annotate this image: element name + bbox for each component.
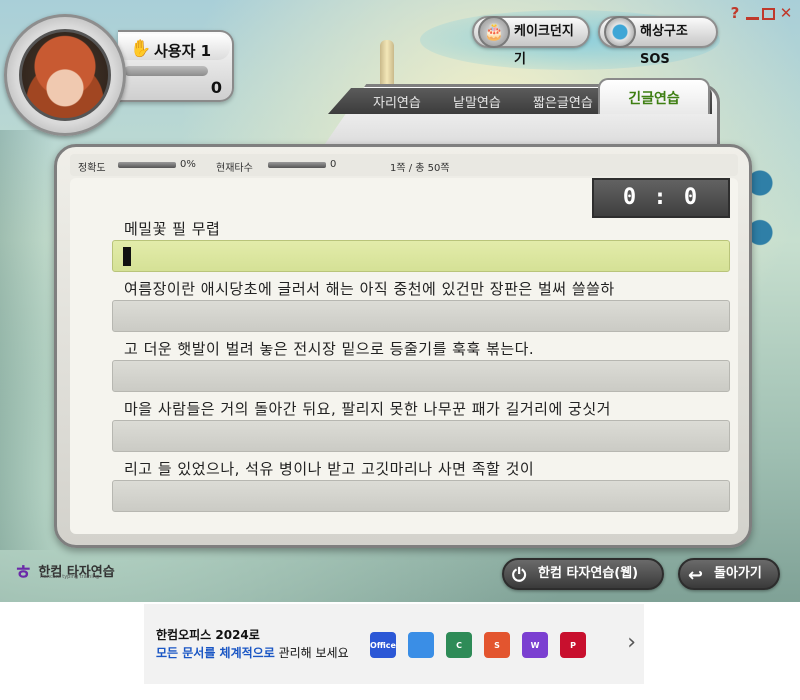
typing-input-2[interactable]: [112, 300, 730, 332]
tab-long-text-practice[interactable]: 긴글연습: [598, 78, 710, 114]
calc-icon: C: [446, 632, 472, 658]
sos-game-button[interactable]: 해상구조SOS: [598, 16, 718, 67]
cloud-icon: [408, 632, 434, 658]
sos-game-label: 해상구조SOS: [640, 24, 688, 67]
score-bar: [124, 66, 208, 76]
power-icon: ⏻: [512, 565, 527, 586]
lifebuoy-icon: [604, 16, 636, 48]
speed-bar: [268, 162, 326, 168]
source-line-5: 리고 들 있었으나, 석유 병이나 받고 고깃마리나 사면 족할 것이: [124, 460, 535, 478]
page-info: 1쪽 / 총 50쪽: [390, 163, 450, 174]
close-button[interactable]: ✕: [778, 6, 794, 22]
tab-seat-practice[interactable]: 자리연습: [373, 92, 421, 111]
avatar-frame[interactable]: [4, 14, 126, 136]
hand-icon: ✋: [130, 39, 152, 59]
accuracy-value: 0%: [180, 159, 196, 170]
accuracy-label: 정확도: [78, 163, 106, 174]
ad-subline-rest: 관리해 보세요: [274, 646, 349, 660]
back-label: 돌아가기: [714, 566, 762, 581]
web-typing-button[interactable]: ⏻ 한컴 타자연습(웹): [502, 558, 664, 590]
ad-highlight: 모든 문서를 체계적으로: [156, 646, 275, 660]
show-icon: S: [484, 632, 510, 658]
timer: 0 : 0: [592, 178, 730, 218]
window-controls: ? ✕: [727, 6, 794, 22]
avatar: [19, 29, 111, 121]
source-line-2: 여름장이란 애시당초에 글러서 해는 아직 중천에 있건만 장판은 벌써 쓸쓸하: [124, 280, 615, 298]
user-panel: ✋ 사용자 1 0: [118, 30, 234, 102]
speed-label: 현재타수: [216, 163, 253, 174]
back-button[interactable]: ↩ 돌아가기: [678, 558, 780, 590]
ad-app-icons: Office C S W P: [370, 632, 586, 658]
office-icon: Office: [370, 632, 396, 658]
text-cursor: [123, 247, 131, 266]
tab-short-text-practice[interactable]: 짧은글연습: [533, 92, 593, 111]
background-shade: [0, 130, 55, 550]
cake-game-button[interactable]: 🎂 케이크던지기: [472, 16, 590, 67]
typing-input-5[interactable]: [112, 480, 730, 512]
help-icon[interactable]: ?: [727, 6, 743, 22]
logo-subtitle: Hancom typing training: [40, 574, 100, 580]
word-icon: W: [522, 632, 548, 658]
minimize-button[interactable]: [746, 16, 759, 20]
typing-app-window: ? ✕ ✋ 사용자 1 0 🎂 케이크던지기 해상구조SOS 자리연습 낱말연습…: [0, 0, 800, 602]
typing-input-3[interactable]: [112, 360, 730, 392]
hancom-logo: ㅎ 한컴 타자연습 Hancom typing training: [14, 556, 115, 585]
typing-input-4[interactable]: [112, 420, 730, 452]
ad-headline: 한컴오피스 2024로: [156, 628, 260, 642]
ad-subline: 모든 문서를 체계적으로 관리해 보세요: [156, 644, 349, 661]
maximize-button[interactable]: [762, 8, 775, 20]
back-arrow-icon: ↩: [688, 565, 704, 586]
tab-word-practice[interactable]: 낱말연습: [453, 92, 501, 111]
web-typing-label: 한컴 타자연습(웹): [538, 566, 639, 581]
status-strip: 정확도 0% 현재타수 0 1쪽 / 총 50쪽: [70, 154, 738, 176]
cake-icon: 🎂: [478, 16, 510, 48]
ad-banner[interactable]: 한컴오피스 2024로 모든 문서를 체계적으로 관리해 보세요 Office …: [144, 604, 644, 684]
accuracy-bar: [118, 162, 176, 168]
user-name-bar: ✋ 사용자 1: [118, 34, 230, 60]
hancom-logo-icon: ㅎ: [14, 560, 33, 584]
pdf-icon: P: [560, 632, 586, 658]
chevron-right-icon[interactable]: ›: [627, 630, 636, 655]
speed-value: 0: [330, 159, 337, 170]
source-line-1: 메밀꽃 필 무렵: [124, 220, 221, 238]
user-score: 0: [210, 78, 222, 97]
source-line-3: 고 더운 햇발이 벌려 놓은 전시장 밑으로 등줄기를 훅훅 볶는다.: [124, 340, 535, 358]
typing-input-1[interactable]: [112, 240, 730, 272]
source-line-4: 마을 사람들은 거의 돌아간 뒤요, 팔리지 못한 나무꾼 패가 길거리에 궁싯…: [124, 400, 611, 418]
user-name: 사용자 1: [154, 42, 212, 60]
